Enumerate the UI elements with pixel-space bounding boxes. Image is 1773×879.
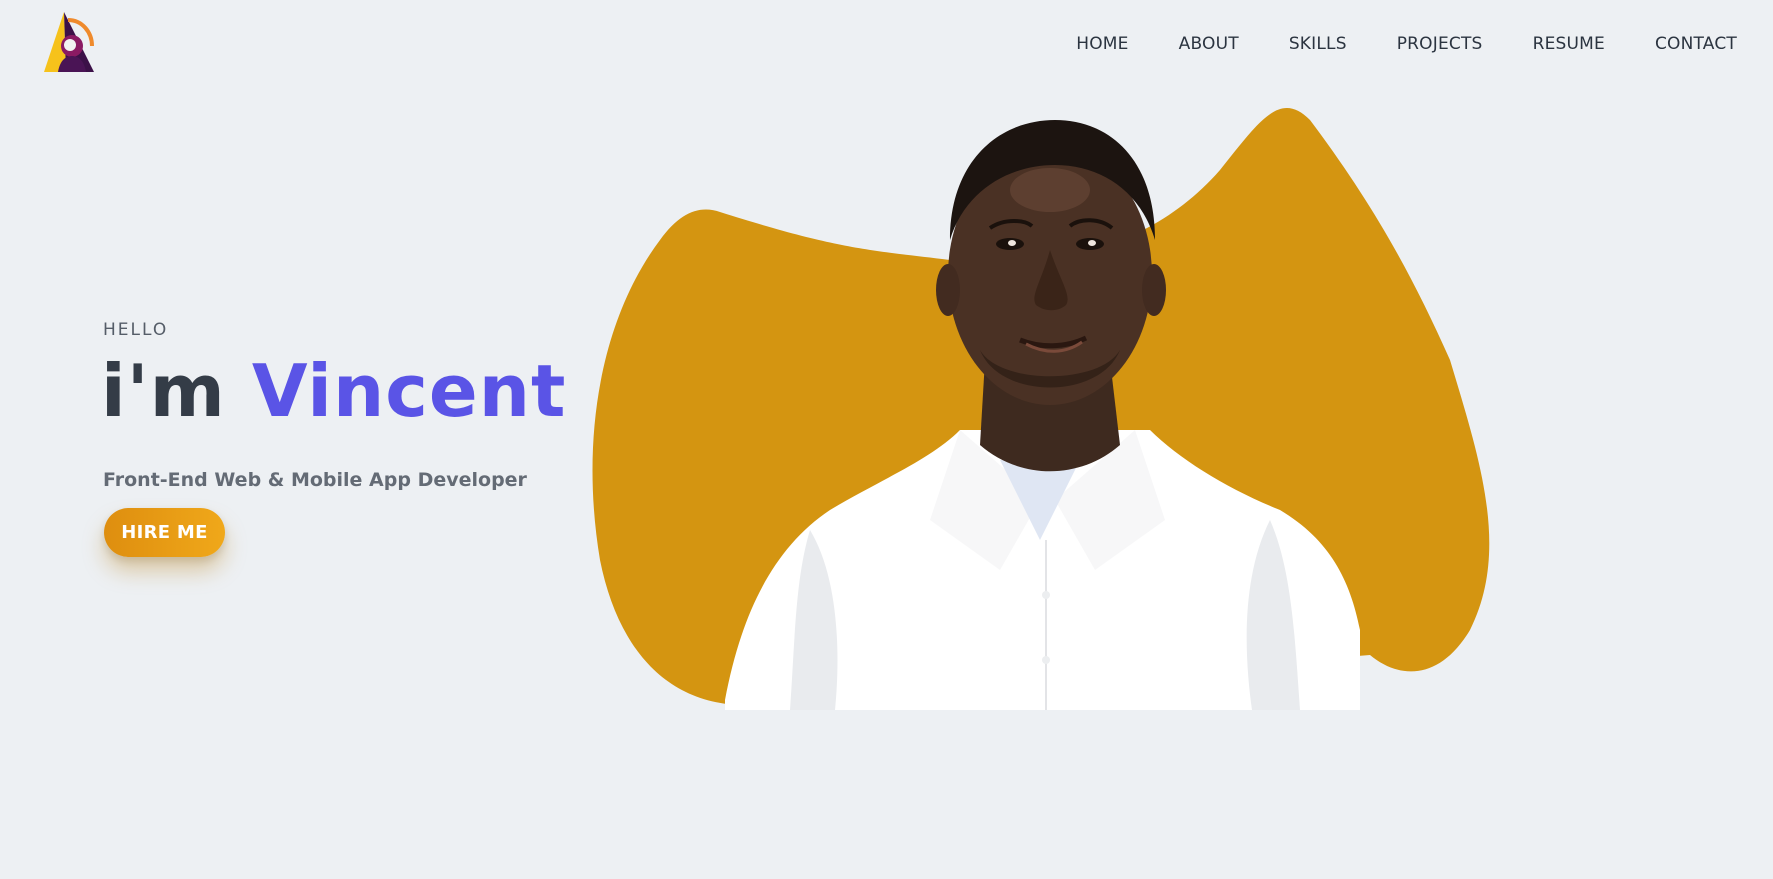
nav-about[interactable]: ABOUT (1179, 34, 1239, 54)
hero-greeting: HELLO (103, 320, 169, 340)
hero-headline: i'm Vincent (101, 349, 567, 433)
hero-illustration (580, 100, 1570, 800)
nav-contact[interactable]: CONTACT (1655, 34, 1737, 54)
main-nav: HOME ABOUT SKILLS PROJECTS RESUME CONTAC… (1076, 34, 1737, 54)
hero-name: Vincent (251, 349, 567, 433)
nav-resume[interactable]: RESUME (1533, 34, 1605, 54)
page: HOME ABOUT SKILLS PROJECTS RESUME CONTAC… (0, 0, 1773, 879)
nav-projects[interactable]: PROJECTS (1397, 34, 1483, 54)
logo-icon[interactable] (40, 8, 100, 76)
hero-role: Front-End Web & Mobile App Developer (103, 469, 527, 491)
hero-intro: i'm (101, 349, 226, 433)
nav-skills[interactable]: SKILLS (1289, 34, 1347, 54)
nav-home[interactable]: HOME (1076, 34, 1128, 54)
hire-me-button[interactable]: HIRE ME (104, 508, 225, 557)
